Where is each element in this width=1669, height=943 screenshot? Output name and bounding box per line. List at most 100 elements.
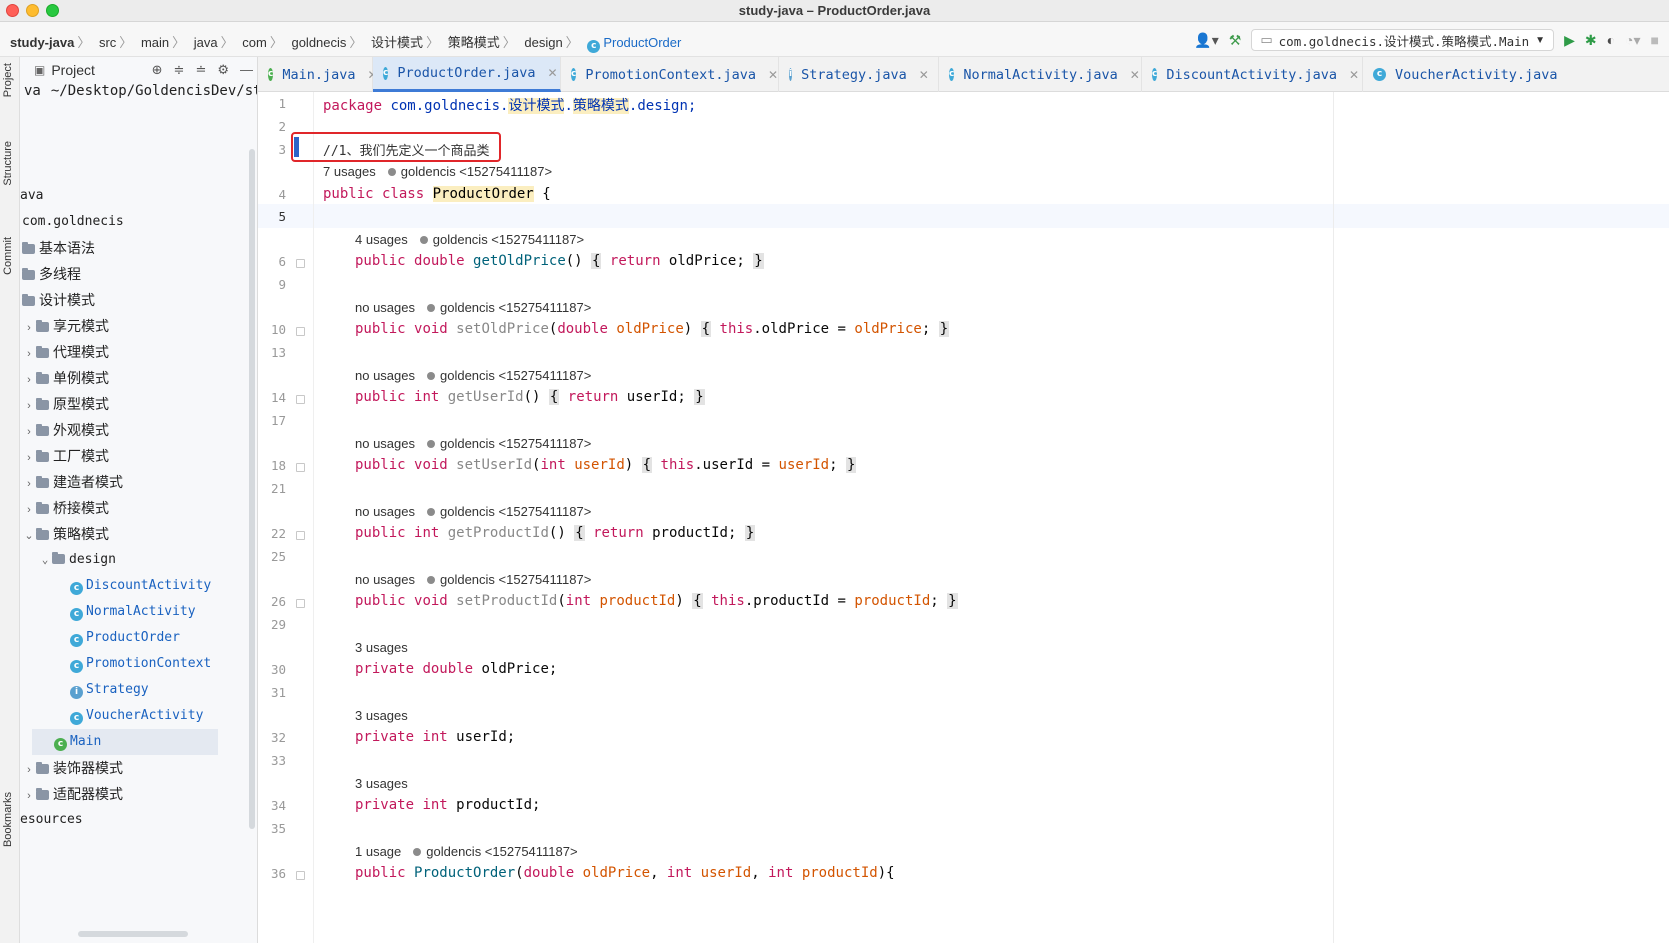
breadcrumb-item[interactable]: 策略模式 — [448, 35, 500, 50]
breadcrumb-item[interactable]: study-java — [10, 35, 74, 50]
fold-marker[interactable] — [296, 599, 305, 608]
chevron-right-icon[interactable]: › — [22, 367, 36, 393]
window-title: study-java – ProductOrder.java — [738, 3, 931, 18]
chevron-right-icon[interactable]: › — [22, 393, 36, 419]
chevron-right-icon[interactable]: › — [22, 445, 36, 471]
tree-class[interactable]: c DiscountActivity — [70, 573, 211, 599]
bookmarks-tool-tab[interactable]: Bookmarks — [2, 792, 14, 847]
inlay-hint[interactable]: no usages goldencis <15275411187> — [355, 300, 591, 315]
fold-marker[interactable] — [296, 395, 305, 404]
gear-icon[interactable]: ⚙ — [217, 62, 229, 78]
breadcrumb-item[interactable]: 设计模式 — [371, 35, 423, 50]
project-root-path[interactable]: va~/Desktop/GoldencisDev/study-java — [20, 83, 257, 105]
fold-marker[interactable] — [296, 463, 305, 472]
tree-folder[interactable]: › 装饰器模式 — [22, 755, 123, 781]
locate-icon[interactable]: ⊕ — [152, 62, 163, 78]
breadcrumb-item[interactable]: java — [194, 35, 218, 50]
inlay-hint[interactable]: no usages goldencis <15275411187> — [355, 572, 591, 587]
chevron-right-icon[interactable]: › — [22, 783, 36, 809]
breadcrumb-item[interactable]: src — [99, 35, 116, 50]
breadcrumb-item[interactable]: com — [242, 35, 267, 50]
chevron-right-icon[interactable]: › — [22, 497, 36, 523]
horizontal-scrollbar[interactable] — [78, 931, 188, 937]
run-icon[interactable]: ▶ — [1564, 32, 1575, 49]
tree-folder[interactable]: ⌄ design — [38, 547, 116, 573]
inlay-hint[interactable]: 4 usages goldencis <15275411187> — [355, 232, 584, 247]
tab-normalactivity-java[interactable]: c NormalActivity.java ✕ — [939, 57, 1142, 92]
hide-icon[interactable]: — — [240, 62, 253, 78]
inlay-hint[interactable]: 7 usages goldencis <15275411187> — [323, 164, 552, 179]
fold-marker[interactable] — [296, 871, 305, 880]
tree-folder[interactable]: › 建造者模式 — [22, 469, 123, 495]
tree-folder[interactable]: › 单例模式 — [22, 365, 109, 391]
chevron-right-icon[interactable]: › — [22, 315, 36, 341]
breadcrumb-item[interactable]: design — [524, 35, 562, 50]
commit-tool-tab[interactable]: Commit — [2, 237, 14, 275]
run-configuration-select[interactable]: ▭ com.goldnecis.设计模式.策略模式.Main ▼ — [1251, 29, 1555, 51]
inlay-hint[interactable]: no usages goldencis <15275411187> — [355, 504, 591, 519]
tree-folder[interactable]: 设计模式 — [22, 287, 95, 313]
tree-class[interactable]: c VoucherActivity — [70, 703, 203, 729]
inlay-hint[interactable]: 3 usages — [355, 776, 408, 791]
chevron-right-icon[interactable]: › — [22, 341, 36, 367]
debug-icon[interactable]: ✱ — [1585, 32, 1597, 49]
profiler-icon[interactable]: ◔▾ — [1625, 32, 1640, 49]
project-panel-title[interactable]: Project — [51, 62, 95, 78]
close-tab-icon[interactable]: ✕ — [919, 68, 929, 82]
chevron-down-icon[interactable]: ⌄ — [38, 547, 52, 573]
tab-discountactivity-java[interactable]: c DiscountActivity.java ✕ — [1142, 57, 1363, 92]
hammer-icon[interactable]: ⚒ — [1229, 32, 1242, 49]
inlay-hint[interactable]: 3 usages — [355, 640, 408, 655]
user-icon[interactable]: 👤▾ — [1194, 32, 1218, 49]
tree-folder[interactable]: › 外观模式 — [22, 417, 109, 443]
breadcrumb-item[interactable]: main — [141, 35, 169, 50]
tree-item[interactable]: com.goldnecis — [22, 209, 124, 235]
tree-item[interactable]: esources — [20, 807, 83, 833]
tree-folder[interactable]: › 桥接模式 — [22, 495, 109, 521]
tree-class-selected[interactable]: c Main — [32, 729, 218, 755]
breadcrumb-item[interactable]: goldnecis — [291, 35, 346, 50]
collapse-all-icon[interactable]: ≐ — [195, 62, 206, 78]
tab-productorder-java[interactable]: c ProductOrder.java ✕ — [373, 57, 561, 92]
tree-folder[interactable]: ⌄ 策略模式 — [22, 521, 109, 547]
close-tab-icon[interactable]: ✕ — [1349, 68, 1359, 82]
inlay-hint[interactable]: 1 usage goldencis <15275411187> — [355, 844, 578, 859]
structure-tool-tab[interactable]: Structure — [2, 141, 14, 186]
fold-marker[interactable] — [296, 327, 305, 336]
tree-folder[interactable]: › 原型模式 — [22, 391, 109, 417]
close-tab-icon[interactable]: ✕ — [768, 68, 778, 82]
tree-folder[interactable]: › 享元模式 — [22, 313, 109, 339]
code-editor[interactable]: 1 2 3 4 5 6 9 10 13 14 17 18 21 22 25 26… — [258, 92, 1669, 943]
tree-class[interactable]: c PromotionContext — [70, 651, 211, 677]
tab-strategy-java[interactable]: i Strategy.java ✕ — [779, 57, 939, 92]
chevron-right-icon[interactable]: › — [22, 757, 36, 783]
coverage-icon[interactable]: ◐ — [1607, 32, 1615, 48]
breadcrumb-item[interactable]: ProductOrder — [603, 35, 681, 50]
tree-folder[interactable]: › 工厂模式 — [22, 443, 109, 469]
tree-class[interactable]: c ProductOrder — [70, 625, 180, 651]
tree-item[interactable]: ava — [20, 183, 43, 209]
project-tool-tab[interactable]: Project — [2, 63, 14, 97]
tree-folder[interactable]: 多线程 — [22, 261, 81, 287]
tree-folder[interactable]: › 代理模式 — [22, 339, 109, 365]
inlay-hint[interactable]: no usages goldencis <15275411187> — [355, 368, 591, 383]
inlay-hint[interactable]: no usages goldencis <15275411187> — [355, 436, 591, 451]
fold-marker[interactable] — [296, 531, 305, 540]
expand-all-icon[interactable]: ≑ — [174, 62, 185, 78]
tree-interface[interactable]: i Strategy — [70, 677, 149, 703]
fold-marker[interactable] — [296, 259, 305, 268]
tab-voucheractivity-java[interactable]: c VoucherActivity.java — [1363, 57, 1669, 92]
chevron-down-icon[interactable]: ⌄ — [22, 523, 36, 549]
chevron-right-icon[interactable]: › — [22, 471, 36, 497]
vertical-scrollbar[interactable] — [249, 149, 255, 829]
close-tab-icon[interactable]: ✕ — [1130, 68, 1140, 82]
close-tab-icon[interactable]: ✕ — [548, 66, 558, 80]
inlay-hint[interactable]: 3 usages — [355, 708, 408, 723]
tab-main-java[interactable]: cMain.java✕ — [258, 57, 378, 92]
tree-folder[interactable]: › 适配器模式 — [22, 781, 123, 807]
tab-promotioncontext-java[interactable]: c PromotionContext.java ✕ — [561, 57, 779, 92]
tree-class[interactable]: c NormalActivity — [70, 599, 196, 625]
tree-folder[interactable]: 基本语法 — [22, 235, 95, 261]
stop-icon[interactable]: ■ — [1651, 32, 1659, 48]
chevron-right-icon[interactable]: › — [22, 419, 36, 445]
